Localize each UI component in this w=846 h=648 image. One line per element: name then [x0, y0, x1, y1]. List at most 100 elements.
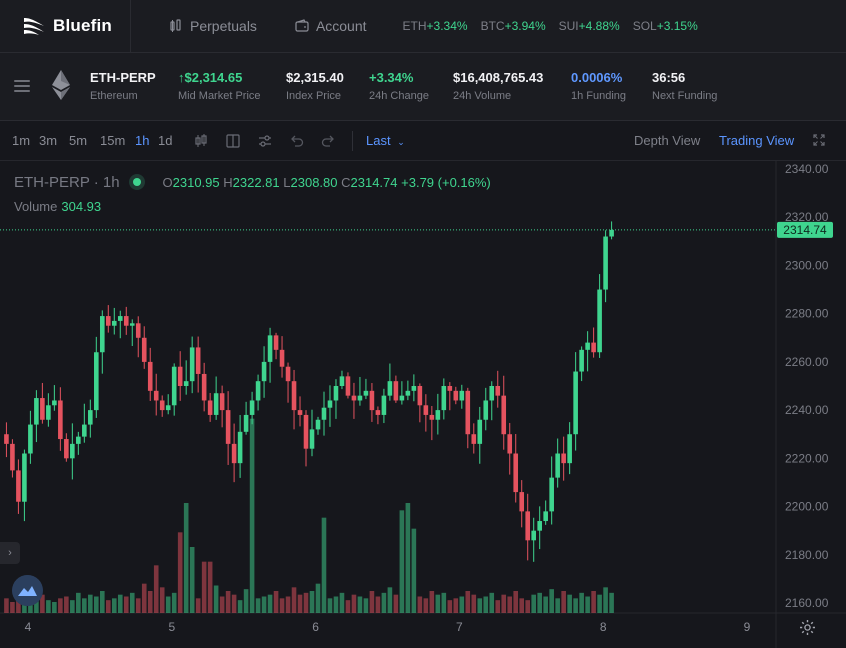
volume-bar: [585, 596, 590, 613]
ethereum-icon: [52, 70, 70, 100]
tradingview-logo-icon[interactable]: [12, 575, 43, 606]
candle-body: [417, 386, 423, 406]
candle-body: [273, 335, 279, 350]
candle-body: [237, 431, 243, 464]
y-tick-label: 2340.00: [785, 162, 829, 176]
candlesticks: [4, 221, 614, 562]
candle-body: [219, 393, 225, 411]
volume-bar: [213, 585, 219, 613]
next-funding-value: 36:56: [652, 70, 686, 85]
volume-bar: [447, 600, 453, 613]
brand-name: Bluefin: [53, 16, 113, 35]
volume-bar: [513, 591, 519, 613]
layout-icon[interactable]: [225, 133, 241, 149]
next-funding-label: Next Funding: [652, 90, 718, 102]
ticker-item-sui[interactable]: SUI+4.88%: [559, 19, 620, 33]
candle-body: [339, 376, 345, 386]
undo-icon[interactable]: [289, 133, 305, 149]
nav-link-perpetuals[interactable]: Perpetuals: [169, 18, 257, 34]
volume-bar: [117, 594, 123, 613]
candle-body: [58, 400, 63, 440]
candle-body: [393, 381, 399, 401]
candle-body: [441, 386, 447, 411]
candle-body: [573, 371, 578, 435]
candle-body: [213, 393, 219, 415]
ticker-change: +4.88%: [578, 19, 620, 33]
timeframe-3m[interactable]: 3m: [39, 133, 57, 148]
candle-body: [423, 405, 429, 415]
volume-bar: [171, 592, 177, 613]
candle-body: [501, 395, 507, 435]
volume-bar: [261, 596, 267, 613]
candle-body: [381, 395, 387, 415]
candle-body: [345, 376, 351, 396]
trading-view-button[interactable]: Trading View: [719, 133, 794, 148]
timeframe-15m[interactable]: 15m: [100, 133, 125, 148]
volume-bar: [129, 592, 135, 613]
volume-bar: [285, 596, 291, 613]
timeframe-5m[interactable]: 5m: [69, 133, 87, 148]
perpetuals-icon: [170, 19, 181, 32]
candle-type-icon[interactable]: [193, 133, 209, 149]
candle-body: [231, 443, 237, 464]
candle-body: [70, 443, 75, 459]
volume-bar: [555, 598, 560, 613]
brand-logo[interactable]: Bluefin: [0, 0, 131, 53]
volume-bar: [219, 596, 225, 613]
candle-body: [64, 439, 69, 459]
volume-bar: [357, 596, 363, 613]
candle-body: [195, 347, 201, 374]
ohlc-open-key: O: [162, 175, 173, 190]
indicators-icon[interactable]: [257, 133, 273, 149]
ticker-item-btc[interactable]: BTC+3.94%: [481, 19, 546, 33]
x-tick-label: 4: [25, 620, 32, 634]
gear-icon[interactable]: [799, 619, 816, 636]
chevron-down-icon: ⌄: [397, 137, 405, 147]
volume-bar: [141, 583, 147, 613]
volume-value: 304.93: [61, 199, 102, 214]
market-selector[interactable]: ETH-PERP Ethereum: [90, 70, 156, 102]
ticker-item-eth[interactable]: ETH+3.34%: [403, 19, 468, 33]
menu-icon[interactable]: [14, 80, 30, 92]
change-24h-label: 24h Change: [369, 90, 429, 102]
redo-icon[interactable]: [320, 133, 336, 149]
candle-body: [303, 414, 309, 449]
nav-link-label: Perpetuals: [190, 18, 257, 34]
volume-bar: [231, 594, 237, 613]
market-name: Ethereum: [90, 90, 138, 102]
ticker-item-sol[interactable]: SOL+3.15%: [633, 19, 698, 33]
top-nav: Bluefin Perpetuals Account ETH+3.34% BTC…: [0, 0, 846, 53]
depth-view-button[interactable]: Depth View: [634, 133, 700, 148]
timeframe-1h[interactable]: 1h: [135, 133, 149, 148]
volume-bar: [609, 592, 614, 613]
candle-body: [549, 477, 554, 512]
chevron-right-icon[interactable]: ›: [0, 542, 20, 564]
candle-body: [225, 410, 231, 444]
ohlc-change: +3.79 (+0.16%): [401, 175, 491, 190]
volume-bar: [339, 592, 345, 613]
volume-bar: [297, 594, 303, 613]
candle-body: [255, 381, 261, 401]
candle-body: [189, 347, 195, 382]
volume-bar: [561, 591, 566, 613]
price-source-dropdown[interactable]: Last ⌄: [366, 133, 405, 148]
candle-body: [351, 395, 357, 401]
volume-bar: [183, 503, 189, 613]
timeframe-1d[interactable]: 1d: [158, 133, 172, 148]
y-tick-label: 2200.00: [785, 500, 829, 514]
fullscreen-icon[interactable]: [813, 134, 825, 146]
volume-bar: [291, 587, 297, 613]
y-tick-label: 2300.00: [785, 258, 829, 272]
mid-market-price: ↑$2,314.65 Mid Market Price: [178, 70, 261, 102]
candle-body: [141, 337, 147, 362]
volume-bar: [507, 596, 513, 613]
candle-body: [297, 410, 303, 415]
candle-body: [94, 352, 99, 411]
candle-body: [16, 470, 21, 502]
volume-bar: [567, 594, 572, 613]
price-chart[interactable]: 2340.002320.002300.002280.002260.002240.…: [0, 161, 846, 648]
volume-bar: [58, 598, 63, 613]
nav-link-account[interactable]: Account: [295, 18, 367, 34]
timeframe-1m[interactable]: 1m: [12, 133, 30, 148]
volume-bar: [549, 589, 554, 613]
